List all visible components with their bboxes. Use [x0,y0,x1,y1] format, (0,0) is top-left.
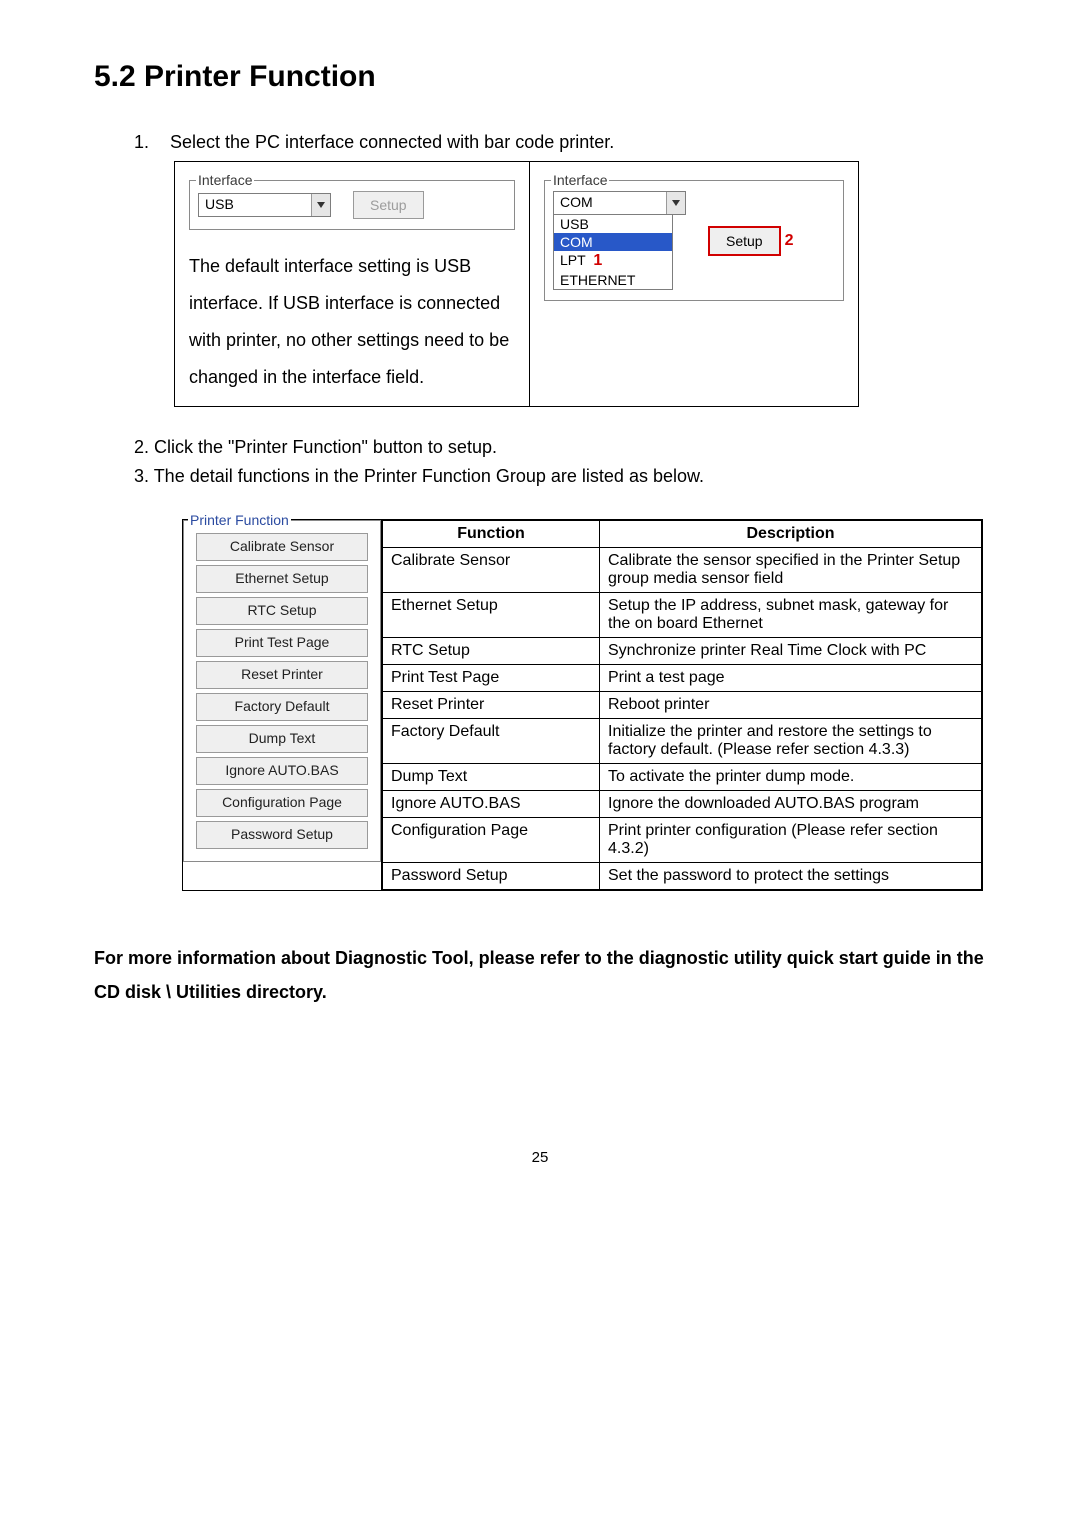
dropdown-option-selected[interactable]: COM [554,233,672,251]
dropdown-option-label: LPT [560,252,585,268]
table-row: Print Test Page Print a test page [383,664,982,691]
step-3-text: 3. The detail functions in the Printer F… [134,466,986,487]
chevron-down-icon[interactable] [666,192,685,214]
func-cell: Ignore AUTO.BAS [383,790,600,817]
table-row: Dump Text To activate the printer dump m… [383,763,982,790]
rtc-setup-button[interactable]: RTC Setup [196,597,368,625]
table-header-description: Description [600,520,982,547]
password-setup-button[interactable]: Password Setup [196,821,368,849]
table-row: Calibrate Sensor Calibrate the sensor sp… [383,547,982,592]
factory-default-button[interactable]: Factory Default [196,693,368,721]
combo-value: COM [554,192,666,214]
func-cell: RTC Setup [383,637,600,664]
printer-function-legend: Printer Function [188,512,291,528]
interface-combo-usb[interactable]: USB [198,193,331,217]
table-row: Factory Default Initialize the printer a… [383,718,982,763]
section-title: 5.2 Printer Function [94,60,986,94]
table-row: Reset Printer Reboot printer [383,691,982,718]
interface-example-table: Interface USB Setup The default interfac [174,161,859,407]
footer-note: For more information about Diagnostic To… [94,941,986,1009]
dropdown-option-label: COM [560,234,593,250]
interface-group-left: Interface USB Setup [189,180,515,230]
step-2-text: 2. Click the "Printer Function" button t… [134,437,986,458]
step-number: 1. [134,132,156,153]
interface-combo-com[interactable]: COM [553,191,686,215]
desc-cell: Set the password to protect the settings [600,862,982,889]
func-cell: Configuration Page [383,817,600,862]
dump-text-button[interactable]: Dump Text [196,725,368,753]
desc-cell: Print printer configuration (Please refe… [600,817,982,862]
desc-cell: Setup the IP address, subnet mask, gatew… [600,592,982,637]
table-row: Password Setup Set the password to prote… [383,862,982,889]
desc-cell: Synchronize printer Real Time Clock with… [600,637,982,664]
interface-dropdown-open[interactable]: USB COM LPT 1 ETHERNET [553,214,673,290]
print-test-page-button[interactable]: Print Test Page [196,629,368,657]
dropdown-option[interactable]: USB [554,215,672,233]
desc-cell: Calibrate the sensor specified in the Pr… [600,547,982,592]
interface-description: The default interface setting is USB int… [189,248,515,396]
chevron-down-icon[interactable] [311,194,330,216]
desc-cell: Initialize the printer and restore the s… [600,718,982,763]
reset-printer-button[interactable]: Reset Printer [196,661,368,689]
function-description-table: Function Description Calibrate Sensor Ca… [382,520,982,890]
func-cell: Factory Default [383,718,600,763]
ethernet-setup-button[interactable]: Ethernet Setup [196,565,368,593]
interface-legend: Interface [551,172,609,188]
desc-cell: To activate the printer dump mode. [600,763,982,790]
dropdown-option[interactable]: ETHERNET [554,271,672,289]
combo-value: USB [199,194,311,216]
interface-group-right: Interface COM USB [544,180,844,301]
func-cell: Calibrate Sensor [383,547,600,592]
function-table-outer: Printer Function Calibrate Sensor Ethern… [182,519,983,891]
setup-button[interactable]: Setup [708,226,781,256]
configuration-page-button[interactable]: Configuration Page [196,789,368,817]
func-cell: Reset Printer [383,691,600,718]
setup-button-disabled: Setup [353,191,424,219]
desc-cell: Print a test page [600,664,982,691]
ignore-autobas-button[interactable]: Ignore AUTO.BAS [196,757,368,785]
desc-cell: Reboot printer [600,691,982,718]
step-1-text: Select the PC interface connected with b… [170,132,614,153]
calibrate-sensor-button[interactable]: Calibrate Sensor [196,533,368,561]
dropdown-option[interactable]: LPT 1 [554,251,672,271]
table-row: Ignore AUTO.BAS Ignore the downloaded AU… [383,790,982,817]
interface-legend: Interface [196,172,254,188]
func-cell: Dump Text [383,763,600,790]
table-row: Configuration Page Print printer configu… [383,817,982,862]
desc-cell: Ignore the downloaded AUTO.BAS program [600,790,982,817]
table-row: RTC Setup Synchronize printer Real Time … [383,637,982,664]
func-cell: Print Test Page [383,664,600,691]
func-cell: Ethernet Setup [383,592,600,637]
page-number: 25 [94,1149,986,1166]
table-row: Ethernet Setup Setup the IP address, sub… [383,592,982,637]
table-header-function: Function [383,520,600,547]
callout-number-1: 1 [589,252,602,269]
func-cell: Password Setup [383,862,600,889]
printer-function-panel: Printer Function Calibrate Sensor Ethern… [183,520,381,862]
callout-number-2: 2 [781,232,794,250]
